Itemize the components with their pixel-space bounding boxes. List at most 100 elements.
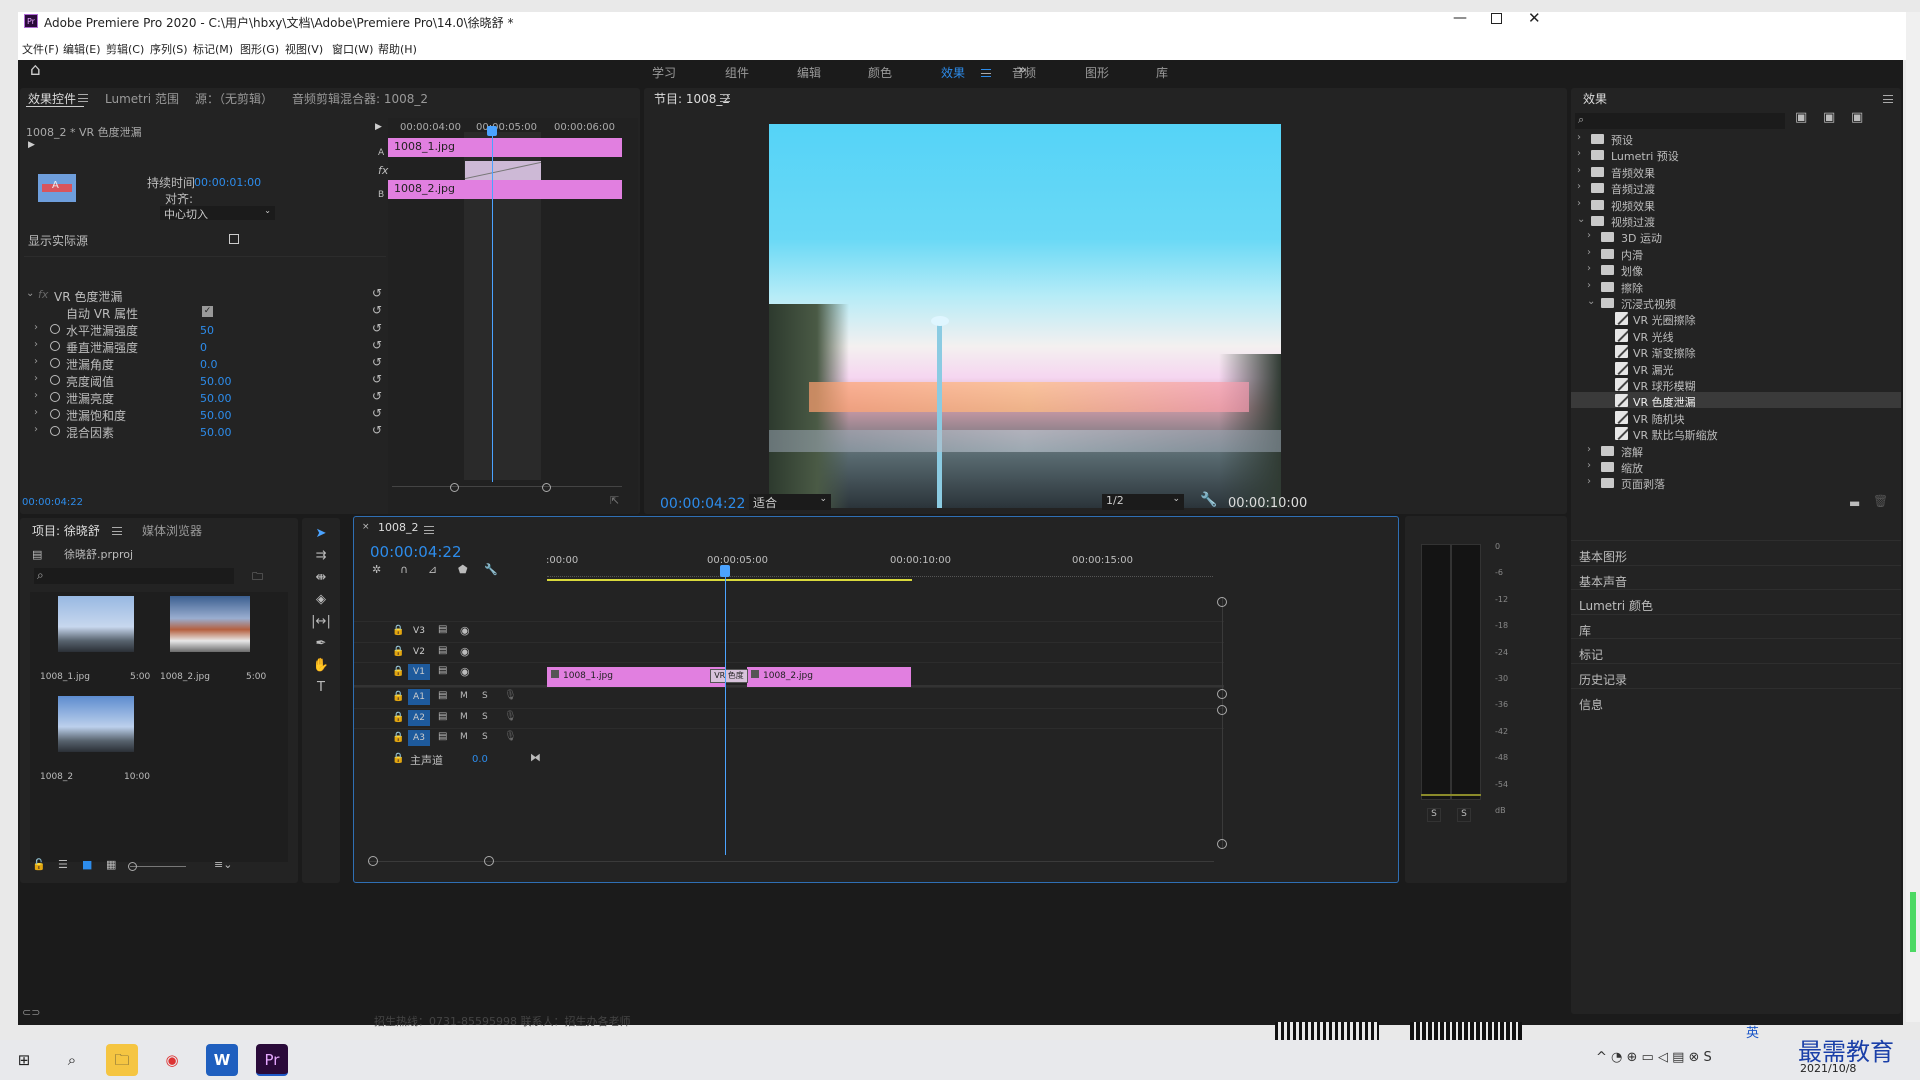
menu-item-3[interactable]: 序列(S) bbox=[150, 41, 188, 57]
track-label[interactable]: A1 bbox=[408, 689, 430, 705]
reset-effect-icon[interactable]: ↺ bbox=[372, 286, 382, 300]
new-bin-icon[interactable]: ▬ bbox=[1849, 496, 1860, 510]
sync-lock-icon[interactable]: ▤ bbox=[438, 665, 447, 676]
linked-selection-icon[interactable]: ⊿ bbox=[428, 563, 437, 576]
param-expand-toggle[interactable]: › bbox=[34, 407, 38, 418]
effects-tree-item[interactable]: VR 光线 bbox=[1633, 329, 1674, 345]
tab-effect-controls[interactable]: 效果控件 bbox=[28, 90, 76, 107]
menu-item-6[interactable]: 视图(V) bbox=[285, 41, 323, 57]
workspace-tab-7[interactable]: 库 bbox=[1156, 64, 1168, 81]
play-transition-icon[interactable]: ▶ bbox=[28, 140, 35, 150]
workspace-menu-icon[interactable] bbox=[981, 69, 991, 77]
effects-tree-item[interactable]: 视频效果 bbox=[1611, 198, 1655, 214]
file-explorer-icon[interactable]: 🗀 bbox=[106, 1044, 138, 1076]
home-icon[interactable]: ⌂ bbox=[30, 60, 41, 80]
type-tool-icon[interactable]: T bbox=[310, 680, 332, 695]
show-actual-sources-checkbox[interactable] bbox=[229, 234, 239, 244]
effects-tree-item[interactable]: 内滑 bbox=[1621, 247, 1643, 263]
solo-right-button[interactable]: S bbox=[1457, 808, 1471, 822]
list-view-icon[interactable]: ☰ bbox=[58, 858, 68, 871]
stopwatch-icon[interactable] bbox=[50, 324, 60, 334]
program-timecode[interactable]: 00:00:04:22 bbox=[660, 496, 745, 512]
solo-left-button[interactable]: S bbox=[1427, 808, 1441, 822]
effects-tree-item[interactable]: 沉浸式视频 bbox=[1621, 296, 1676, 312]
reset-auto-vr-icon[interactable]: ↺ bbox=[372, 303, 382, 317]
timeline-settings-icon[interactable]: 🔧 bbox=[484, 563, 498, 576]
effects-tree-item[interactable]: Lumetri 预设 bbox=[1611, 148, 1679, 164]
reset-param-icon[interactable]: ↺ bbox=[372, 355, 382, 369]
stopwatch-icon[interactable] bbox=[50, 426, 60, 436]
tree-expand-toggle[interactable]: › bbox=[1577, 148, 1581, 159]
master-volume[interactable]: 0.0 bbox=[472, 754, 488, 765]
workspace-tab-1[interactable]: 组件 bbox=[725, 64, 749, 81]
ec-playhead-handle[interactable] bbox=[487, 126, 497, 136]
effect-collapse-toggle[interactable]: ⌄ bbox=[26, 288, 34, 299]
master-expand-icon[interactable]: ⧓ bbox=[530, 751, 541, 764]
tab-media-browser[interactable]: 媒体浏览器 bbox=[142, 522, 202, 539]
effects-tree-item[interactable]: 溶解 bbox=[1621, 444, 1643, 460]
track-select-icon[interactable]: ⇉ bbox=[310, 548, 332, 563]
master-lock-icon[interactable]: 🔒 bbox=[392, 753, 404, 764]
menu-item-2[interactable]: 剪辑(C) bbox=[106, 41, 144, 57]
project-item-2[interactable]: 1008_2.jpg 5:00 bbox=[160, 596, 284, 688]
eye-icon[interactable]: ◉ bbox=[460, 665, 470, 678]
effects-tree-item[interactable]: 音频过渡 bbox=[1611, 181, 1655, 197]
track-lock-icon[interactable]: 🔒 bbox=[392, 732, 404, 743]
effects-tree-item[interactable]: VR 色度泄漏 bbox=[1633, 394, 1696, 410]
tree-expand-toggle[interactable]: › bbox=[1587, 263, 1591, 274]
panel-section-4[interactable]: 标记 bbox=[1579, 646, 1603, 663]
workspace-tab-4[interactable]: 效果 bbox=[941, 64, 965, 81]
panel-section-6[interactable]: 信息 bbox=[1579, 696, 1603, 713]
track-lock-icon[interactable]: 🔒 bbox=[392, 625, 404, 636]
mute-button[interactable]: M bbox=[460, 691, 468, 701]
hand-tool-icon[interactable]: ✋ bbox=[310, 658, 332, 673]
menu-item-7[interactable]: 窗口(W) bbox=[332, 41, 373, 57]
timeline-h-scrollbar[interactable] bbox=[368, 856, 1214, 866]
timeline-playhead-line[interactable] bbox=[725, 575, 726, 855]
track-label[interactable]: V2 bbox=[408, 644, 430, 660]
more-workspaces-icon[interactable]: » bbox=[1018, 62, 1027, 78]
param-value[interactable]: 0 bbox=[200, 341, 207, 354]
yuv-effects-icon[interactable]: ▣ bbox=[1851, 110, 1863, 125]
stopwatch-icon[interactable] bbox=[50, 341, 60, 351]
lock-icon[interactable]: 🔓 bbox=[32, 858, 46, 871]
effects-menu-icon[interactable] bbox=[1883, 95, 1893, 103]
reset-param-icon[interactable]: ↺ bbox=[372, 406, 382, 420]
solo-button[interactable]: S bbox=[482, 691, 488, 701]
align-select[interactable]: 中心切入 ⌄ bbox=[160, 206, 275, 221]
ec-zoom-scrollbar[interactable] bbox=[392, 483, 622, 494]
snap-icon[interactable]: ∩ bbox=[400, 563, 408, 576]
effects-search-input[interactable]: ⌕ bbox=[1575, 113, 1785, 129]
reset-param-icon[interactable]: ↺ bbox=[372, 389, 382, 403]
new-bin-folder-icon[interactable]: 🗀 bbox=[252, 568, 263, 587]
32bit-effects-icon[interactable]: ▣ bbox=[1823, 110, 1835, 125]
work-area-bar[interactable] bbox=[547, 579, 912, 581]
sync-lock-icon[interactable]: ▤ bbox=[438, 690, 447, 701]
panel-section-0[interactable]: 基本图形 bbox=[1579, 548, 1627, 565]
add-marker-icon[interactable]: ⬟ bbox=[458, 563, 468, 576]
sequence-tab[interactable]: 1008_2 bbox=[378, 521, 419, 534]
param-expand-toggle[interactable]: › bbox=[34, 356, 38, 367]
workspace-tab-0[interactable]: 学习 bbox=[652, 64, 676, 81]
tab-source[interactable]: 源：（无剪辑） bbox=[195, 90, 273, 107]
slip-tool-icon[interactable]: |↔| bbox=[310, 614, 332, 629]
search-icon[interactable]: ⌕ bbox=[56, 1044, 88, 1076]
eye-icon[interactable]: ◉ bbox=[460, 624, 470, 637]
resolution-select[interactable]: 1/2 ⌄ bbox=[1102, 494, 1184, 510]
param-value[interactable]: 50 bbox=[200, 324, 214, 337]
close-button[interactable]: ✕ bbox=[1528, 9, 1541, 27]
workspace-tab-2[interactable]: 编辑 bbox=[797, 64, 821, 81]
track-label[interactable]: A3 bbox=[408, 730, 430, 746]
minimize-button[interactable]: — bbox=[1453, 10, 1467, 26]
program-menu-icon[interactable] bbox=[720, 94, 730, 102]
eye-icon[interactable]: ◉ bbox=[460, 645, 470, 658]
stopwatch-icon[interactable] bbox=[50, 409, 60, 419]
v1-clip-1[interactable]: 1008_1.jpg bbox=[547, 667, 725, 687]
track-label[interactable]: A2 bbox=[408, 709, 430, 726]
ec-clip-b[interactable]: 1008_2.jpg bbox=[388, 180, 622, 199]
accelerated-effects-icon[interactable]: ▣ bbox=[1795, 110, 1807, 125]
tree-expand-toggle[interactable]: › bbox=[1587, 460, 1591, 471]
chrome-icon[interactable]: ◉ bbox=[156, 1044, 188, 1076]
microphone-icon[interactable]: 🎙 bbox=[504, 690, 517, 701]
premiere-taskbar-icon[interactable]: Pr bbox=[256, 1044, 288, 1076]
